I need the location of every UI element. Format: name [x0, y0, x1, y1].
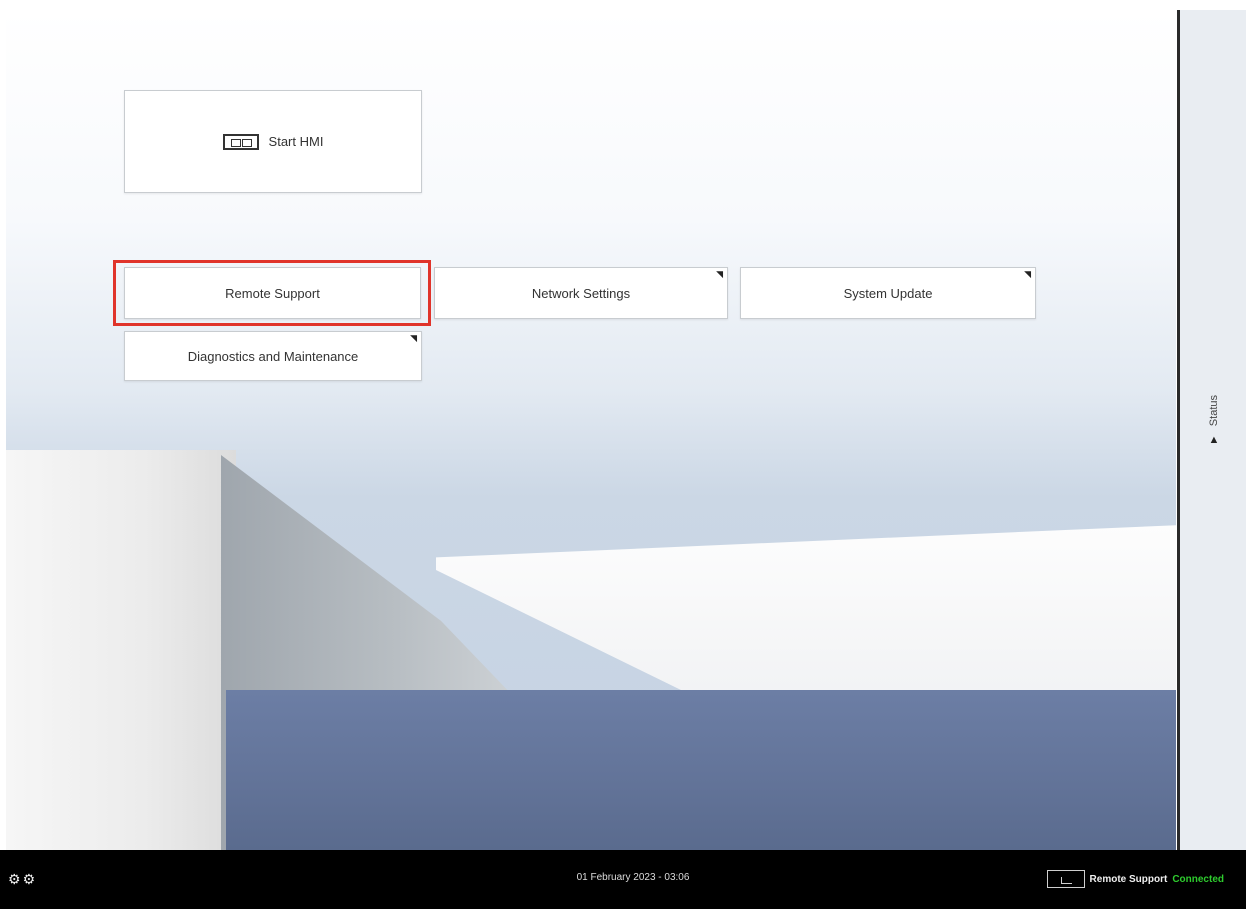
taskbar: ⚙ ⚙ 01 February 2023 - 03:06 Remote Supp…: [0, 850, 1246, 909]
connection-status-text: Connected: [1172, 873, 1224, 885]
submenu-corner-icon: ◥: [410, 333, 417, 343]
remote-support-status-label: Remote Support: [1089, 873, 1168, 885]
bg-shape-right: [436, 525, 1176, 705]
status-side-panel: Status ▲: [1177, 10, 1246, 850]
diagnostics-label: Diagnostics and Maintenance: [187, 348, 359, 364]
system-update-label: System Update: [843, 285, 933, 301]
start-hmi-button[interactable]: Start HMI: [124, 90, 422, 193]
diagnostics-maintenance-button[interactable]: Diagnostics and Maintenance ◥: [124, 331, 422, 381]
submenu-corner-icon: ◥: [716, 269, 723, 279]
hmi-panel-icon: [222, 133, 259, 150]
expand-arrow-icon: ▲: [1208, 434, 1220, 447]
bg-shape-left: [6, 450, 236, 850]
status-label: Status: [1208, 395, 1220, 427]
network-settings-button[interactable]: Network Settings ◥: [434, 267, 728, 319]
hmi-home-screen: Start HMI Remote Support Network Setting…: [0, 0, 1246, 909]
remote-support-status[interactable]: Remote Support Connected: [1046, 868, 1224, 890]
network-settings-label: Network Settings: [531, 285, 631, 301]
status-tab[interactable]: Status ▲: [1202, 395, 1226, 475]
submenu-corner-icon: ◥: [1024, 269, 1031, 279]
bg-shape-blue: [226, 690, 1176, 850]
remote-support-label: Remote Support: [225, 285, 320, 301]
system-update-button[interactable]: System Update ◥: [740, 267, 1036, 319]
monitor-icon: [1046, 870, 1085, 888]
start-hmi-label: Start HMI: [268, 134, 324, 149]
top-edge: [0, 0, 1246, 10]
remote-support-button[interactable]: Remote Support: [124, 267, 421, 319]
